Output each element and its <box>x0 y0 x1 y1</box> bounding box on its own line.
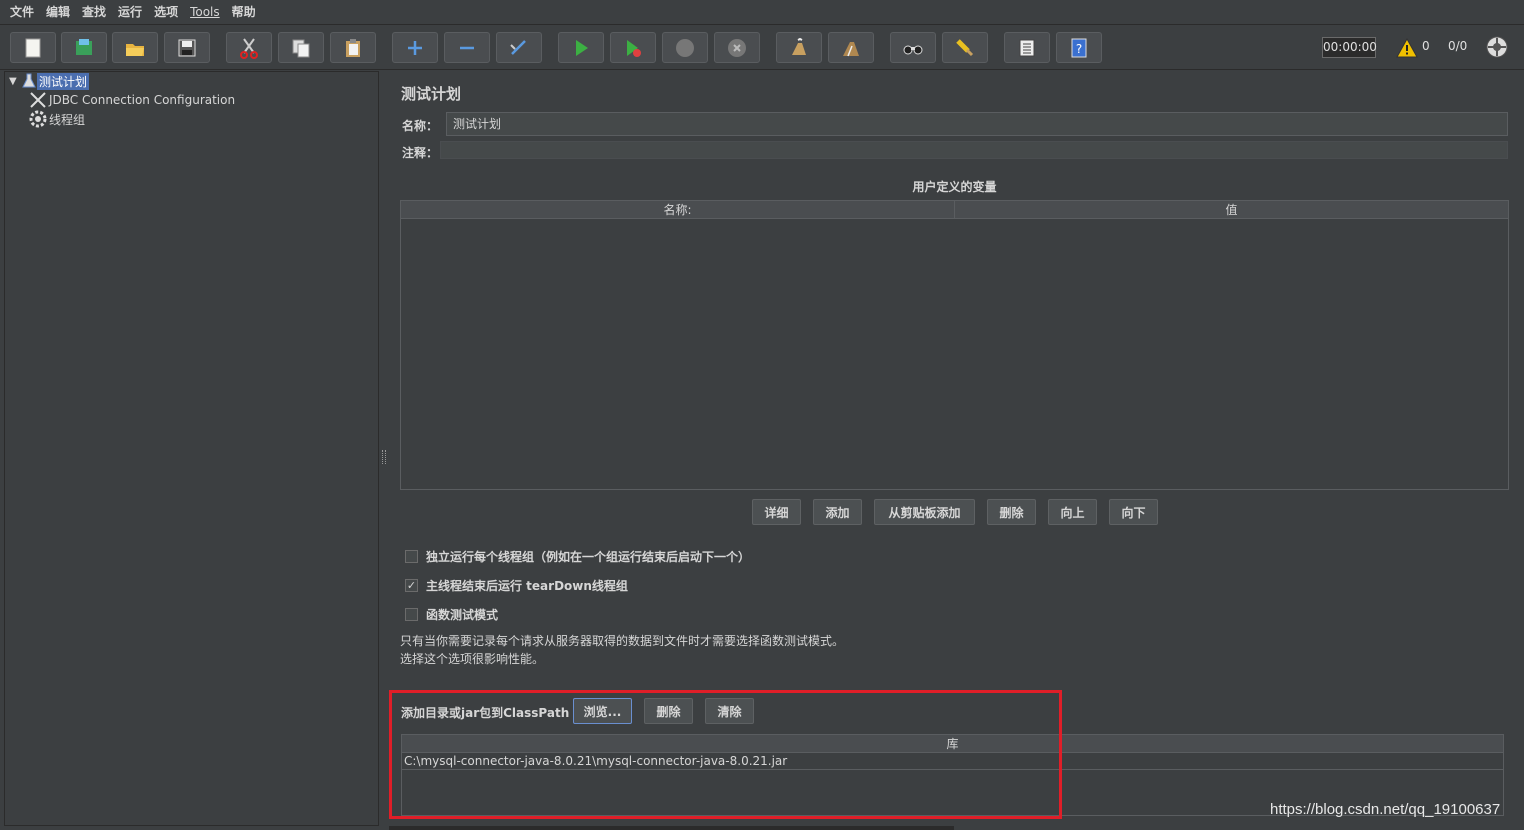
tree-item-jdbc-config[interactable]: JDBC Connection Configuration <box>29 91 237 109</box>
udv-header: 名称: 值 <box>401 201 1508 219</box>
delete-variable-button[interactable]: 删除 <box>987 499 1036 525</box>
flask-icon <box>22 73 36 88</box>
udv-title: 用户定义的变量 <box>912 180 997 194</box>
copy-icon <box>292 39 310 57</box>
expand-icon <box>408 40 422 55</box>
search-icon <box>903 45 923 54</box>
thread-count: 0/0 <box>1448 39 1468 53</box>
comment-field[interactable] <box>440 141 1508 159</box>
menu-search[interactable]: 查找 <box>76 0 112 25</box>
warning-count: 0 <box>1422 39 1430 53</box>
serial-label: 独立运行每个线程组（例如在一个组运行结束后启动下一个） <box>426 550 751 564</box>
function-helper-button[interactable] <box>1004 32 1050 63</box>
panel-title: 测试计划 <box>401 85 462 103</box>
splitter-grip[interactable] <box>382 450 386 464</box>
cut-button[interactable] <box>226 32 272 63</box>
templates-button[interactable] <box>61 32 107 63</box>
save-icon <box>178 39 196 56</box>
functional-mode-option[interactable]: 函数测试模式 <box>405 606 498 623</box>
udv-col-name[interactable]: 名称: <box>401 201 955 219</box>
open-icon <box>126 43 144 56</box>
stop-button[interactable] <box>662 32 708 63</box>
tree-item-label: JDBC Connection Configuration <box>49 93 236 107</box>
menu-options[interactable]: 选项 <box>148 0 184 25</box>
collapse-button[interactable] <box>444 32 490 63</box>
serial-thread-groups-option[interactable]: 独立运行每个线程组（例如在一个组运行结束后启动下一个） <box>405 548 750 565</box>
cut-icon <box>240 37 258 59</box>
functional-label: 函数测试模式 <box>426 608 499 622</box>
new-icon <box>25 38 41 57</box>
help-button[interactable]: ? <box>1056 32 1102 63</box>
tree-item-label: 线程组 <box>49 112 86 127</box>
menu-help[interactable]: 帮助 <box>226 0 262 25</box>
udv-table[interactable]: 名称: 值 <box>400 200 1509 490</box>
udv-col-value[interactable]: 值 <box>955 201 1508 219</box>
copy-button[interactable] <box>278 32 324 63</box>
toolbar: ? 00:00:00 0 0/0 <box>0 26 1524 70</box>
functional-note-line1: 只有当你需要记录每个请求从服务器取得的数据到文件时才需要选择函数测试模式。 <box>400 634 845 648</box>
save-button[interactable] <box>164 32 210 63</box>
pane-splitter[interactable] <box>380 71 388 826</box>
paste-button[interactable] <box>330 32 376 63</box>
detail-button[interactable]: 详细 <box>752 499 801 525</box>
shutdown-icon <box>728 38 746 57</box>
tree-item-test-plan[interactable]: ▼ 测试计划 <box>9 72 90 90</box>
collapse-icon <box>460 46 474 49</box>
move-up-button[interactable]: 向上 <box>1048 499 1097 525</box>
shutdown-button[interactable] <box>714 32 760 63</box>
annotation-highlight <box>389 690 1062 819</box>
menu-tools[interactable]: Tools <box>184 0 226 25</box>
functional-checkbox[interactable] <box>405 608 418 621</box>
new-button[interactable] <box>10 32 56 63</box>
menu-run[interactable]: 运行 <box>112 0 148 25</box>
menu-bar: 文件 编辑 查找 运行 选项 Tools 帮助 <box>0 0 1524 25</box>
start-button[interactable] <box>558 32 604 63</box>
collapse-arrow-icon[interactable]: ▼ <box>9 76 21 87</box>
help-icon: ? <box>1071 38 1087 57</box>
remote-icon[interactable] <box>1486 36 1508 58</box>
clear-button[interactable] <box>776 32 822 63</box>
toggle-icon <box>510 39 526 55</box>
move-down-button[interactable]: 向下 <box>1109 499 1158 525</box>
teardown-option[interactable]: ✓ 主线程结束后运行 tearDown线程组 <box>405 577 628 594</box>
svg-text:?: ? <box>1076 42 1082 56</box>
start-no-pause-icon <box>627 39 641 57</box>
teardown-label: 主线程结束后运行 tearDown线程组 <box>426 579 628 593</box>
paste-icon <box>346 38 360 57</box>
functional-note-line2: 选择这个选项很影响性能。 <box>400 652 545 666</box>
teardown-checkbox[interactable]: ✓ <box>405 579 418 592</box>
menu-edit[interactable]: 编辑 <box>40 0 76 25</box>
tree-item-thread-group[interactable]: 线程组 <box>29 110 87 128</box>
templates-icon <box>76 38 92 55</box>
clear-all-icon <box>843 41 859 56</box>
start-no-pause-button[interactable] <box>610 32 656 63</box>
add-from-clipboard-button[interactable]: 从剪贴板添加 <box>874 499 975 525</box>
add-button[interactable]: 添加 <box>813 499 862 525</box>
clear-all-button[interactable] <box>828 32 874 63</box>
warning-icon[interactable] <box>1396 38 1418 58</box>
comment-label: 注释： <box>402 146 439 160</box>
toggle-button[interactable] <box>496 32 542 63</box>
serial-checkbox[interactable] <box>405 550 418 563</box>
open-button[interactable] <box>112 32 158 63</box>
expand-button[interactable] <box>392 32 438 63</box>
name-label: 名称： <box>402 119 439 133</box>
start-icon <box>576 39 588 56</box>
reset-search-button[interactable] <box>942 32 988 63</box>
gear-icon <box>29 110 47 128</box>
elapsed-timer: 00:00:00 <box>1322 37 1377 58</box>
menu-file[interactable]: 文件 <box>4 0 40 25</box>
search-button[interactable] <box>890 32 936 63</box>
function-helper-icon <box>1019 39 1035 56</box>
bottom-scrollbar[interactable] <box>389 826 954 830</box>
test-tree: ▼ 测试计划 JDBC Connection Configuration 线程组 <box>4 71 379 826</box>
watermark: https://blog.csdn.net/qq_19100637 <box>1270 801 1501 818</box>
reset-search-icon <box>956 38 974 56</box>
stop-icon <box>676 38 694 57</box>
tree-item-label: 测试计划 <box>37 72 90 90</box>
name-field[interactable]: 测试计划 <box>446 112 1508 136</box>
wrench-icon <box>30 92 46 108</box>
clear-icon <box>792 37 806 55</box>
